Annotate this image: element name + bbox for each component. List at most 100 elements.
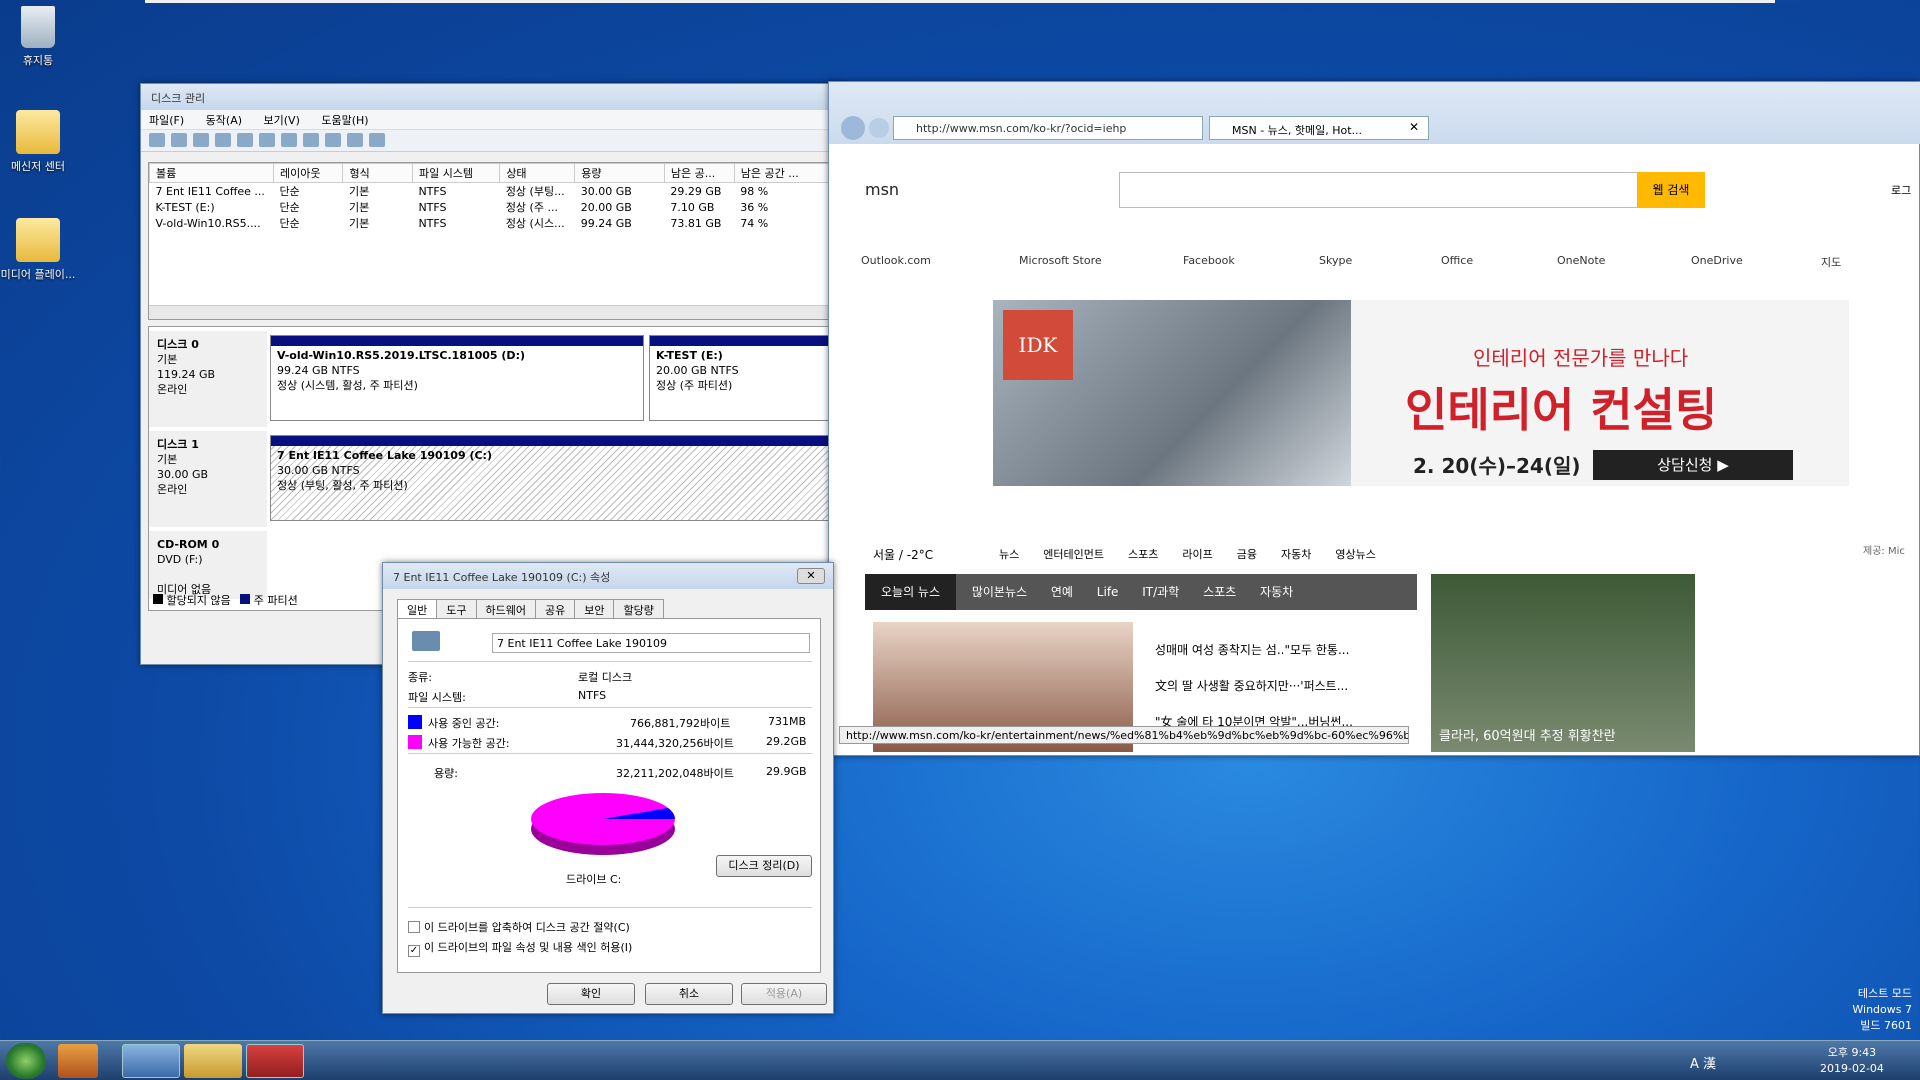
desktop-icon-media-player[interactable]: 미디어 플레이... [0,218,78,282]
cat-auto[interactable]: 자동차 [1281,548,1311,561]
partition-d[interactable]: V-old-Win10.RS5.2019.LTSC.181005 (D:) 99… [270,335,644,421]
help-icon[interactable] [215,133,231,147]
news-tab-today[interactable]: 오늘의 뉴스 [865,574,957,610]
link-store[interactable]: Microsoft Store [1019,254,1102,267]
drive-properties-dialog[interactable]: 7 Ent IE11 Coffee Lake 190109 (C:) 속성 ✕ … [382,562,834,1014]
menu-action[interactable]: 동작(A) [206,114,242,127]
settings-icon[interactable] [369,133,385,147]
index-option[interactable]: ✓ 이 드라이브의 파일 속성 및 내용 색인 허용(I) [408,939,632,957]
link-map[interactable]: 지도 [1821,254,1841,270]
open-icon[interactable] [303,133,319,147]
cat-video[interactable]: 영상뉴스 [1335,548,1375,561]
news-tab-sports[interactable]: 스포츠 [1203,585,1236,599]
login-link[interactable]: 로그 [1891,182,1911,198]
weather[interactable]: 서울 / -2°C [873,546,933,563]
close-tab-icon[interactable]: ✕ [1409,120,1419,134]
cat-sports[interactable]: 스포츠 [1128,548,1158,561]
ie-window[interactable]: http://www.msn.com/ko-kr/?ocid=iehp MSN … [828,81,1920,756]
console-icon[interactable] [193,133,209,147]
ok-button[interactable]: 확인 [547,983,635,1005]
headline[interactable]: 文의 딸 사생활 중요하지만···'퍼스트... [1155,668,1353,704]
menu-view[interactable]: 보기(V) [264,114,300,127]
column-header[interactable]: 파일 시스템 [411,163,501,183]
disk-cleanup-button[interactable]: 디스크 정리(D) [716,855,812,877]
cat-ent[interactable]: 엔터테인먼트 [1043,548,1104,561]
feature-photo[interactable]: 클라라, 60억원대 추정 휘황찬란 [1431,574,1695,752]
disk-management-taskbar-icon[interactable] [246,1044,304,1078]
partition-e[interactable]: K-TEST (E:) 20.00 GB NTFS 정상 (주 파티션) [649,335,839,421]
close-icon[interactable]: ✕ [797,568,825,584]
tab-security[interactable]: 보안 [574,599,615,620]
tab-hardware[interactable]: 하드웨어 [475,599,536,620]
media-player-icon[interactable] [58,1044,98,1078]
search-icon[interactable] [347,133,363,147]
compress-checkbox[interactable] [408,921,420,933]
folder-icon[interactable] [325,133,341,147]
tab-general[interactable]: 일반 [397,599,438,620]
cat-life[interactable]: 라이프 [1182,548,1212,561]
column-header[interactable]: 남은 공간 ... [733,163,839,183]
desktop-icon-messenger-center[interactable]: 메신저 센터 [0,110,78,174]
news-tab-life[interactable]: Life [1097,585,1119,599]
tab-msn[interactable]: MSN - 뉴스, 핫메일, Hot... [1209,116,1429,140]
msn-logo[interactable]: msn [865,180,899,199]
index-checkbox[interactable]: ✓ [408,945,420,957]
disk1-info[interactable]: 디스크 1 기본 30.00 GB 온라인 [149,431,267,527]
tab-quota[interactable]: 할당량 [613,599,664,620]
link-office[interactable]: Office [1441,254,1473,267]
headline[interactable]: 성매매 여성 종착지는 섬.."모두 한통... [1155,632,1353,668]
refresh-icon[interactable] [259,133,275,147]
link-onenote[interactable]: OneNote [1557,254,1605,267]
tab-sharing[interactable]: 공유 [534,599,576,620]
news-tab-popular[interactable]: 많이본뉴스 [972,585,1027,599]
menu-file[interactable]: 파일(F) [149,114,184,127]
link-skype[interactable]: Skype [1319,254,1352,267]
horizontal-scrollbar[interactable] [149,305,839,319]
address-bar[interactable]: http://www.msn.com/ko-kr/?ocid=iehp [893,116,1203,140]
compress-option[interactable]: 이 드라이브를 압축하여 디스크 공간 절약(C) [408,919,630,935]
news-tab-it[interactable]: IT/과학 [1142,585,1179,599]
forward-icon[interactable] [171,133,187,147]
cancel-button[interactable]: 취소 [645,983,733,1005]
cat-finance[interactable]: 금융 [1237,548,1257,561]
properties-icon[interactable] [237,133,253,147]
back-icon[interactable] [149,133,165,147]
ad-banner[interactable]: IDK 인테리어 전문가를 만나다 인테리어 컨설팅 2. 20(수)–24(일… [993,300,1849,486]
news-tab-auto[interactable]: 자동차 [1260,585,1293,599]
menu-help[interactable]: 도움말(H) [321,114,368,127]
news-tab-ent[interactable]: 연예 [1051,585,1073,599]
clock[interactable]: 오후 9:43 2019-02-04 [1820,1045,1884,1077]
cdrom-info[interactable]: CD-ROM 0 DVD (F:) 미디어 없음 [149,531,267,599]
ie-taskbar-icon[interactable] [122,1044,180,1078]
column-header[interactable]: 남은 공... [663,163,735,183]
disk0-info[interactable]: 디스크 0 기본 119.24 GB 온라인 [149,331,267,427]
column-header[interactable]: 용량 [574,163,665,183]
ad-cta-button[interactable]: 상담신청 ▶ [1593,450,1793,480]
table-row[interactable]: K-TEST (E:) 단순 기본 NTFS 정상 (주 ... 20.00 GB 7.10… [150,199,839,215]
column-header[interactable]: 형식 [342,163,413,183]
table-row[interactable]: V-old-Win10.RS5.... 단순 기본 NTFS 정상 (시스... 99.2… [150,215,839,231]
search-input[interactable] [1119,172,1667,208]
link-outlook[interactable]: Outlook.com [861,254,931,267]
back-icon[interactable] [841,116,865,140]
column-header[interactable]: 볼륨 [149,163,274,183]
desktop-icon-recycle-bin[interactable]: 휴지통 [0,6,78,68]
web-search-button[interactable]: 웹 검색 [1637,172,1705,208]
partition-c[interactable]: 7 Ent IE11 Coffee Lake 190109 (C:) 30.00… [270,435,839,521]
system-tray-icons[interactable] [1760,1051,1810,1071]
partition-name: 7 Ent IE11 Coffee Lake 190109 (C:) [277,449,492,462]
tab-tools[interactable]: 도구 [436,599,477,620]
table-row[interactable]: 7 Ent IE11 Coffee ... 단순 기본 NTFS 정상 (부팅... 30… [150,183,839,200]
drive-label-input[interactable] [492,633,810,653]
ime-indicator[interactable]: A 漢 [1690,1053,1716,1072]
forward-icon[interactable] [869,118,889,138]
column-header[interactable]: 레이아웃 [272,163,344,183]
cat-news[interactable]: 뉴스 [999,548,1019,561]
link-onedrive[interactable]: OneDrive [1691,254,1743,267]
delete-icon[interactable] [281,133,297,147]
explorer-taskbar-icon[interactable] [184,1044,242,1078]
apply-button[interactable]: 적용(A) [741,983,827,1005]
column-header[interactable]: 상태 [499,163,576,183]
start-button[interactable] [6,1043,46,1079]
link-facebook[interactable]: Facebook [1183,254,1235,267]
